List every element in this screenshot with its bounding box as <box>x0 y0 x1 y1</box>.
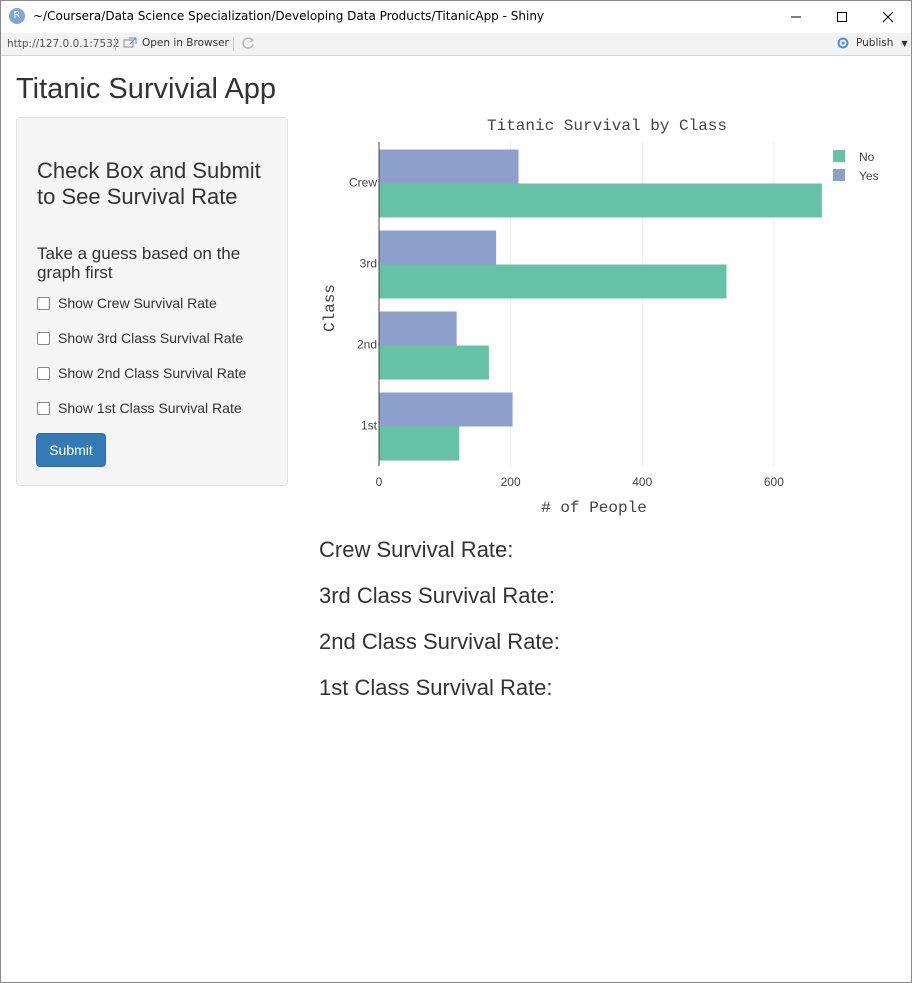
sidebar-subheading: Take a guess based on the graph first <box>37 244 241 282</box>
url-display: http://127.0.0.1:7532 <box>7 38 120 50</box>
bar-yes-3rd <box>379 230 497 265</box>
sidebar-heading: Check Box and Submit to See Survival Rat… <box>37 158 261 209</box>
refresh-icon <box>242 37 255 49</box>
checkbox-1st-class[interactable]: Show 1st Class Survival Rate <box>37 400 242 416</box>
x-tick-label: 600 <box>764 475 784 489</box>
app-title: Titanic Survivial App <box>16 73 277 105</box>
legend-label-no: No <box>859 150 875 164</box>
bar-yes-1st <box>379 392 513 427</box>
checkbox-crew[interactable]: Show Crew Survival Rate <box>37 295 217 311</box>
checkbox-box[interactable] <box>37 296 50 310</box>
open-in-browser-label: Open in Browser <box>142 37 229 49</box>
sidebar-panel: Check Box and Submit to See Survival Rat… <box>16 117 288 486</box>
refresh-button[interactable] <box>241 36 255 53</box>
open-browser-icon <box>123 37 137 48</box>
chart-svg: Titanic Survival by Class 0 200 400 600 Crew… <box>321 117 879 517</box>
maximize-icon <box>837 11 847 22</box>
publish-icon <box>837 37 849 49</box>
chart-legend: No Yes <box>833 150 879 183</box>
bar-no-crew <box>379 183 822 218</box>
checkbox-label: Show 3rd Class Survival Rate <box>58 330 244 346</box>
y-tick-label: 3rd <box>360 257 377 271</box>
bar-no-1st <box>379 426 460 461</box>
close-icon <box>882 11 894 22</box>
legend-swatch-no <box>833 150 845 162</box>
minimize-icon <box>791 16 801 17</box>
x-tick-label: 0 <box>376 475 383 489</box>
open-in-browser-button[interactable]: Open in Browser <box>123 37 229 49</box>
legend-swatch-yes <box>833 169 845 181</box>
bar-no-3rd <box>379 264 727 299</box>
publish-dropdown-icon: ▼ <box>901 38 908 48</box>
checkbox-label: Show 1st Class Survival Rate <box>58 400 242 416</box>
legend-label-yes: Yes <box>859 169 879 183</box>
bar-yes-crew <box>379 149 519 184</box>
maximize-button[interactable] <box>819 1 865 32</box>
y-axis-title: Class <box>321 284 339 332</box>
bar-no-2nd <box>379 345 489 380</box>
viewer-toolbar: http://127.0.0.1:7532 Open in Browser Pu… <box>1 33 911 56</box>
publish-label: Publish <box>856 37 894 49</box>
checkbox-2nd-class[interactable]: Show 2nd Class Survival Rate <box>37 365 246 381</box>
chart-bars <box>379 149 822 461</box>
survival-chart: Titanic Survival by Class 0 200 400 600 Crew… <box>310 108 900 528</box>
toolbar-divider <box>115 37 116 51</box>
toolbar-divider <box>233 37 234 51</box>
x-tick-label: 400 <box>632 475 652 489</box>
chart-title: Titanic Survival by Class <box>487 117 727 135</box>
r-logo-icon: R <box>9 8 25 24</box>
1st-class-survival-rate: 1st Class Survival Rate: <box>319 675 553 700</box>
minimize-button[interactable] <box>773 1 819 32</box>
publish-button[interactable]: Publish ▼ <box>835 37 908 49</box>
title-bar: R ~/Coursera/Data Science Specialization… <box>1 1 911 32</box>
checkbox-label: Show Crew Survival Rate <box>58 295 217 311</box>
checkbox-box[interactable] <box>37 366 50 380</box>
submit-button[interactable]: Submit <box>36 433 106 467</box>
y-tick-label: 2nd <box>357 338 377 352</box>
3rd-class-survival-rate: 3rd Class Survival Rate: <box>319 583 555 608</box>
window-title: ~/Coursera/Data Science Specialization/D… <box>33 9 545 23</box>
y-tick-label: Crew <box>349 176 377 190</box>
x-axis-title: # of People <box>541 499 647 517</box>
crew-survival-rate: Crew Survival Rate: <box>319 537 514 562</box>
2nd-class-survival-rate: 2nd Class Survival Rate: <box>319 629 560 654</box>
checkbox-label: Show 2nd Class Survival Rate <box>58 365 247 381</box>
checkbox-box[interactable] <box>37 331 50 345</box>
x-tick-label: 200 <box>501 475 521 489</box>
checkbox-box[interactable] <box>37 401 50 415</box>
close-button[interactable] <box>865 1 911 32</box>
checkbox-3rd-class[interactable]: Show 3rd Class Survival Rate <box>37 330 243 346</box>
bar-yes-2nd <box>379 311 457 346</box>
y-tick-label: 1st <box>361 419 378 433</box>
